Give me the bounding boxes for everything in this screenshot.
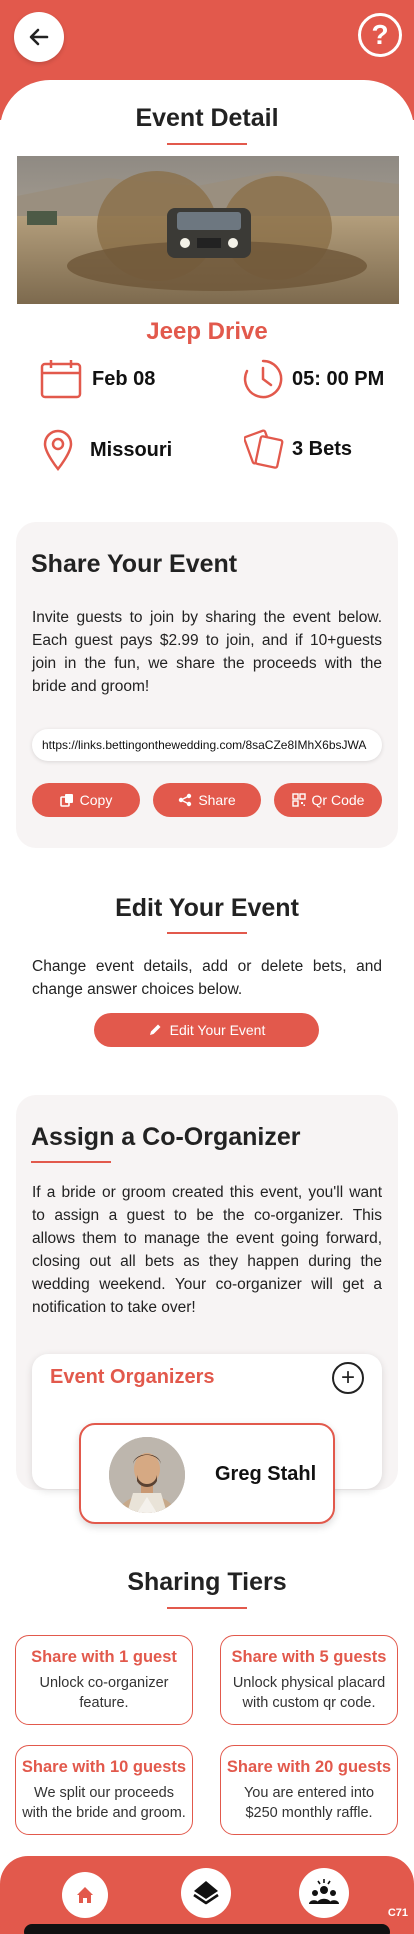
organizer-name: Greg Stahl [215, 1463, 317, 1485]
share-icon [179, 793, 192, 807]
share-description: Invite guests to join by sharing the eve… [32, 609, 382, 695]
nav-group-button[interactable] [299, 1868, 349, 1918]
nav-home-button[interactable] [62, 1872, 108, 1918]
event-image [17, 156, 399, 304]
calendar-icon [38, 358, 84, 400]
tier-title: Share with 5 guests [231, 1648, 387, 1666]
group-icon [309, 1879, 339, 1904]
back-button[interactable] [14, 12, 64, 62]
tier-card: Share with 5 guests Unlock physical plac… [220, 1635, 398, 1725]
home-icon [77, 1887, 93, 1903]
tier-title: Share with 1 guest [31, 1648, 177, 1666]
sharing-tiers-underline [167, 1607, 247, 1609]
co-organizer-title: Assign a Co-Organizer [31, 1123, 301, 1151]
copy-label: Copy [79, 792, 113, 808]
bottom-nav [0, 1856, 414, 1934]
pencil-icon [149, 1024, 161, 1035]
event-time: 05: 00 PM [242, 358, 384, 400]
avatar [109, 1437, 185, 1513]
tier-title: Share with 10 guests [21, 1758, 187, 1776]
event-location-text: Missouri [90, 438, 173, 461]
copy-icon [59, 794, 73, 807]
event-organizers-title: Event Organizers [50, 1366, 215, 1388]
clock-icon [242, 358, 284, 400]
edit-event-button[interactable]: Edit Your Event [94, 1013, 319, 1047]
tier-description: We split our proceeds with the bride and… [22, 1785, 186, 1821]
share-link-text: https://links.bettingonthewedding.com/8s… [42, 738, 367, 752]
tier-card: Share with 10 guests We split our procee… [15, 1745, 193, 1835]
layers-icon [193, 1881, 219, 1905]
plus-icon: + [340, 1364, 355, 1391]
edit-title: Edit Your Event [115, 894, 299, 922]
co-organizer-underline [31, 1161, 111, 1163]
co-organizer-description: If a bride or groom created this event, … [32, 1184, 382, 1316]
nav-events-button[interactable] [181, 1868, 231, 1918]
share-link[interactable]: https://links.bettingonthewedding.com/8s… [32, 729, 382, 761]
add-organizer-button[interactable]: + [332, 1362, 364, 1394]
sharing-tiers-title: Sharing Tiers [127, 1568, 287, 1596]
tier-description: Unlock physical placard with custom qr c… [232, 1675, 386, 1711]
home-indicator [24, 1924, 390, 1934]
qr-code-button[interactable]: Qr Code [274, 783, 382, 817]
event-bets-text: 3 Bets [292, 437, 353, 460]
tier-card: Share with 1 guest Unlock co-organizer f… [15, 1635, 193, 1725]
event-time-text: 05: 00 PM [292, 367, 385, 390]
event-bets: 3 Bets [244, 428, 352, 470]
copy-button[interactable]: Copy [32, 783, 140, 817]
question-icon: ? [371, 19, 389, 50]
qr-code-label: Qr Code [311, 792, 365, 808]
event-location: Missouri [42, 429, 172, 471]
share-button[interactable]: Share [153, 783, 261, 817]
tier-description: You are entered into $250 monthly raffle… [243, 1785, 375, 1821]
help-button[interactable]: ? [358, 13, 402, 57]
arrow-left-icon [29, 28, 49, 46]
edit-title-underline [167, 932, 247, 934]
title-underline [167, 143, 247, 145]
organizer-card[interactable]: Greg Stahl [79, 1423, 335, 1524]
cards-icon [244, 428, 284, 470]
share-label: Share [198, 792, 236, 808]
share-card: Share Your Event Invite guests to join b… [16, 522, 398, 848]
event-name: Jeep Drive [146, 318, 268, 345]
event-date: Feb 08 [38, 358, 155, 400]
location-pin-icon [42, 429, 74, 471]
qr-code-icon [291, 793, 306, 807]
event-date-text: Feb 08 [92, 367, 156, 390]
tier-title: Share with 20 guests [226, 1758, 392, 1776]
tier-card: Share with 20 guests You are entered int… [220, 1745, 398, 1835]
tier-description: Unlock co-organizer feature. [39, 1675, 169, 1711]
edit-description: Change event details, add or delete bets… [32, 958, 382, 998]
page-title: Event Detail [135, 104, 279, 132]
share-title: Share Your Event [31, 550, 238, 578]
edit-event-label: Edit Your Event [169, 1022, 266, 1038]
version-label: C71 [387, 1907, 408, 1919]
